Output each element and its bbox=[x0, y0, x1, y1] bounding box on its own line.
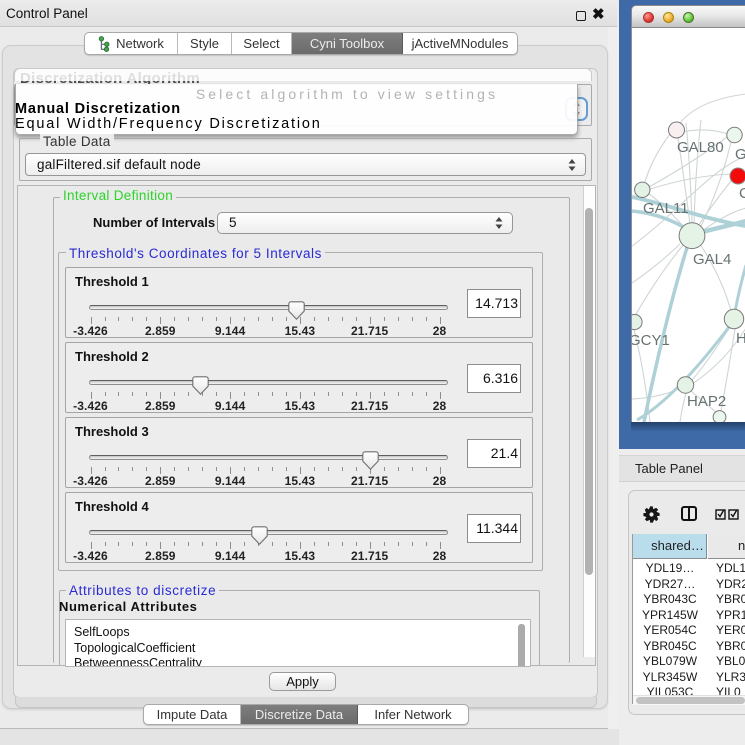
svg-text:GCY1: GCY1 bbox=[632, 332, 670, 349]
svg-text:G: G bbox=[735, 146, 745, 163]
svg-text:C: C bbox=[739, 185, 745, 202]
svg-text:GAL80: GAL80 bbox=[677, 139, 724, 156]
svg-text:GAL4: GAL4 bbox=[693, 251, 731, 268]
svg-text:HAP2: HAP2 bbox=[687, 393, 726, 410]
svg-text:H: H bbox=[736, 330, 745, 347]
svg-text:GAL11: GAL11 bbox=[643, 200, 689, 217]
